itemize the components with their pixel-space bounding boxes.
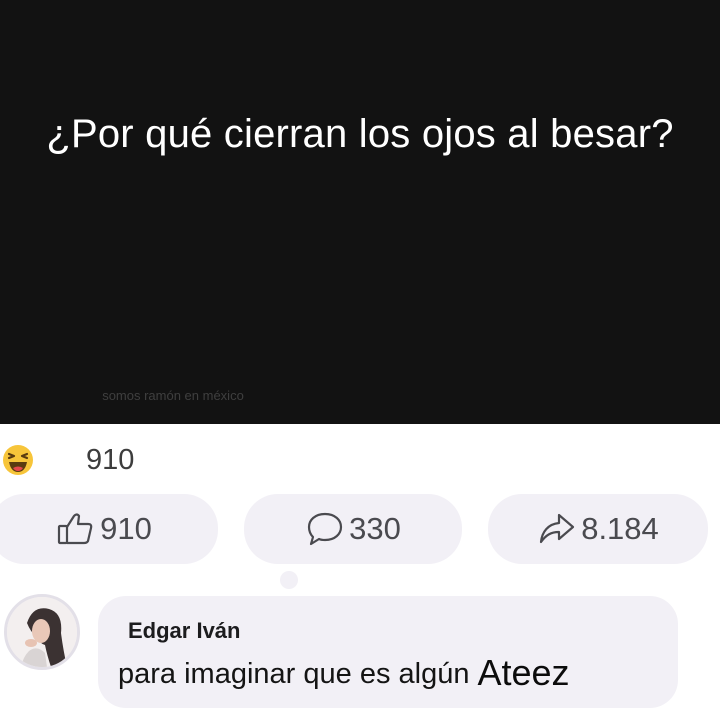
- comment-button[interactable]: 330: [244, 494, 462, 564]
- share-button[interactable]: 8.184: [488, 494, 708, 564]
- avatar-photo: [7, 597, 77, 667]
- post-image[interactable]: ¿Por qué cierran los ojos al besar? somo…: [0, 0, 720, 424]
- comment-body: para imaginar que es algún: [118, 658, 470, 690]
- watermark-text: somos ramón en méxico: [102, 388, 244, 403]
- reply-thread-dot: [280, 571, 298, 589]
- comment-highlight-word: Ateez: [477, 652, 570, 693]
- like-button[interactable]: 910: [0, 494, 218, 564]
- avatar[interactable]: [4, 594, 80, 670]
- share-count: 8.184: [581, 511, 659, 546]
- reaction-count: 910: [86, 444, 135, 476]
- thumbs-up-icon: [56, 511, 96, 547]
- comment-count: 330: [349, 511, 401, 546]
- comment-author-name[interactable]: Edgar Iván: [128, 618, 240, 644]
- reaction-summary[interactable]: 910: [0, 438, 720, 482]
- haha-emoji-icon: [0, 441, 36, 477]
- comment-bubble[interactable]: Edgar Iván para imaginar que es algún Ate…: [98, 596, 678, 708]
- share-arrow-icon: [537, 511, 577, 547]
- post-question-text: ¿Por qué cierran los ojos al besar?: [46, 112, 674, 156]
- comment-text: para imaginar que es algún Ateez: [118, 650, 570, 693]
- like-count: 910: [100, 511, 152, 546]
- comment-bubble-icon: [305, 510, 345, 548]
